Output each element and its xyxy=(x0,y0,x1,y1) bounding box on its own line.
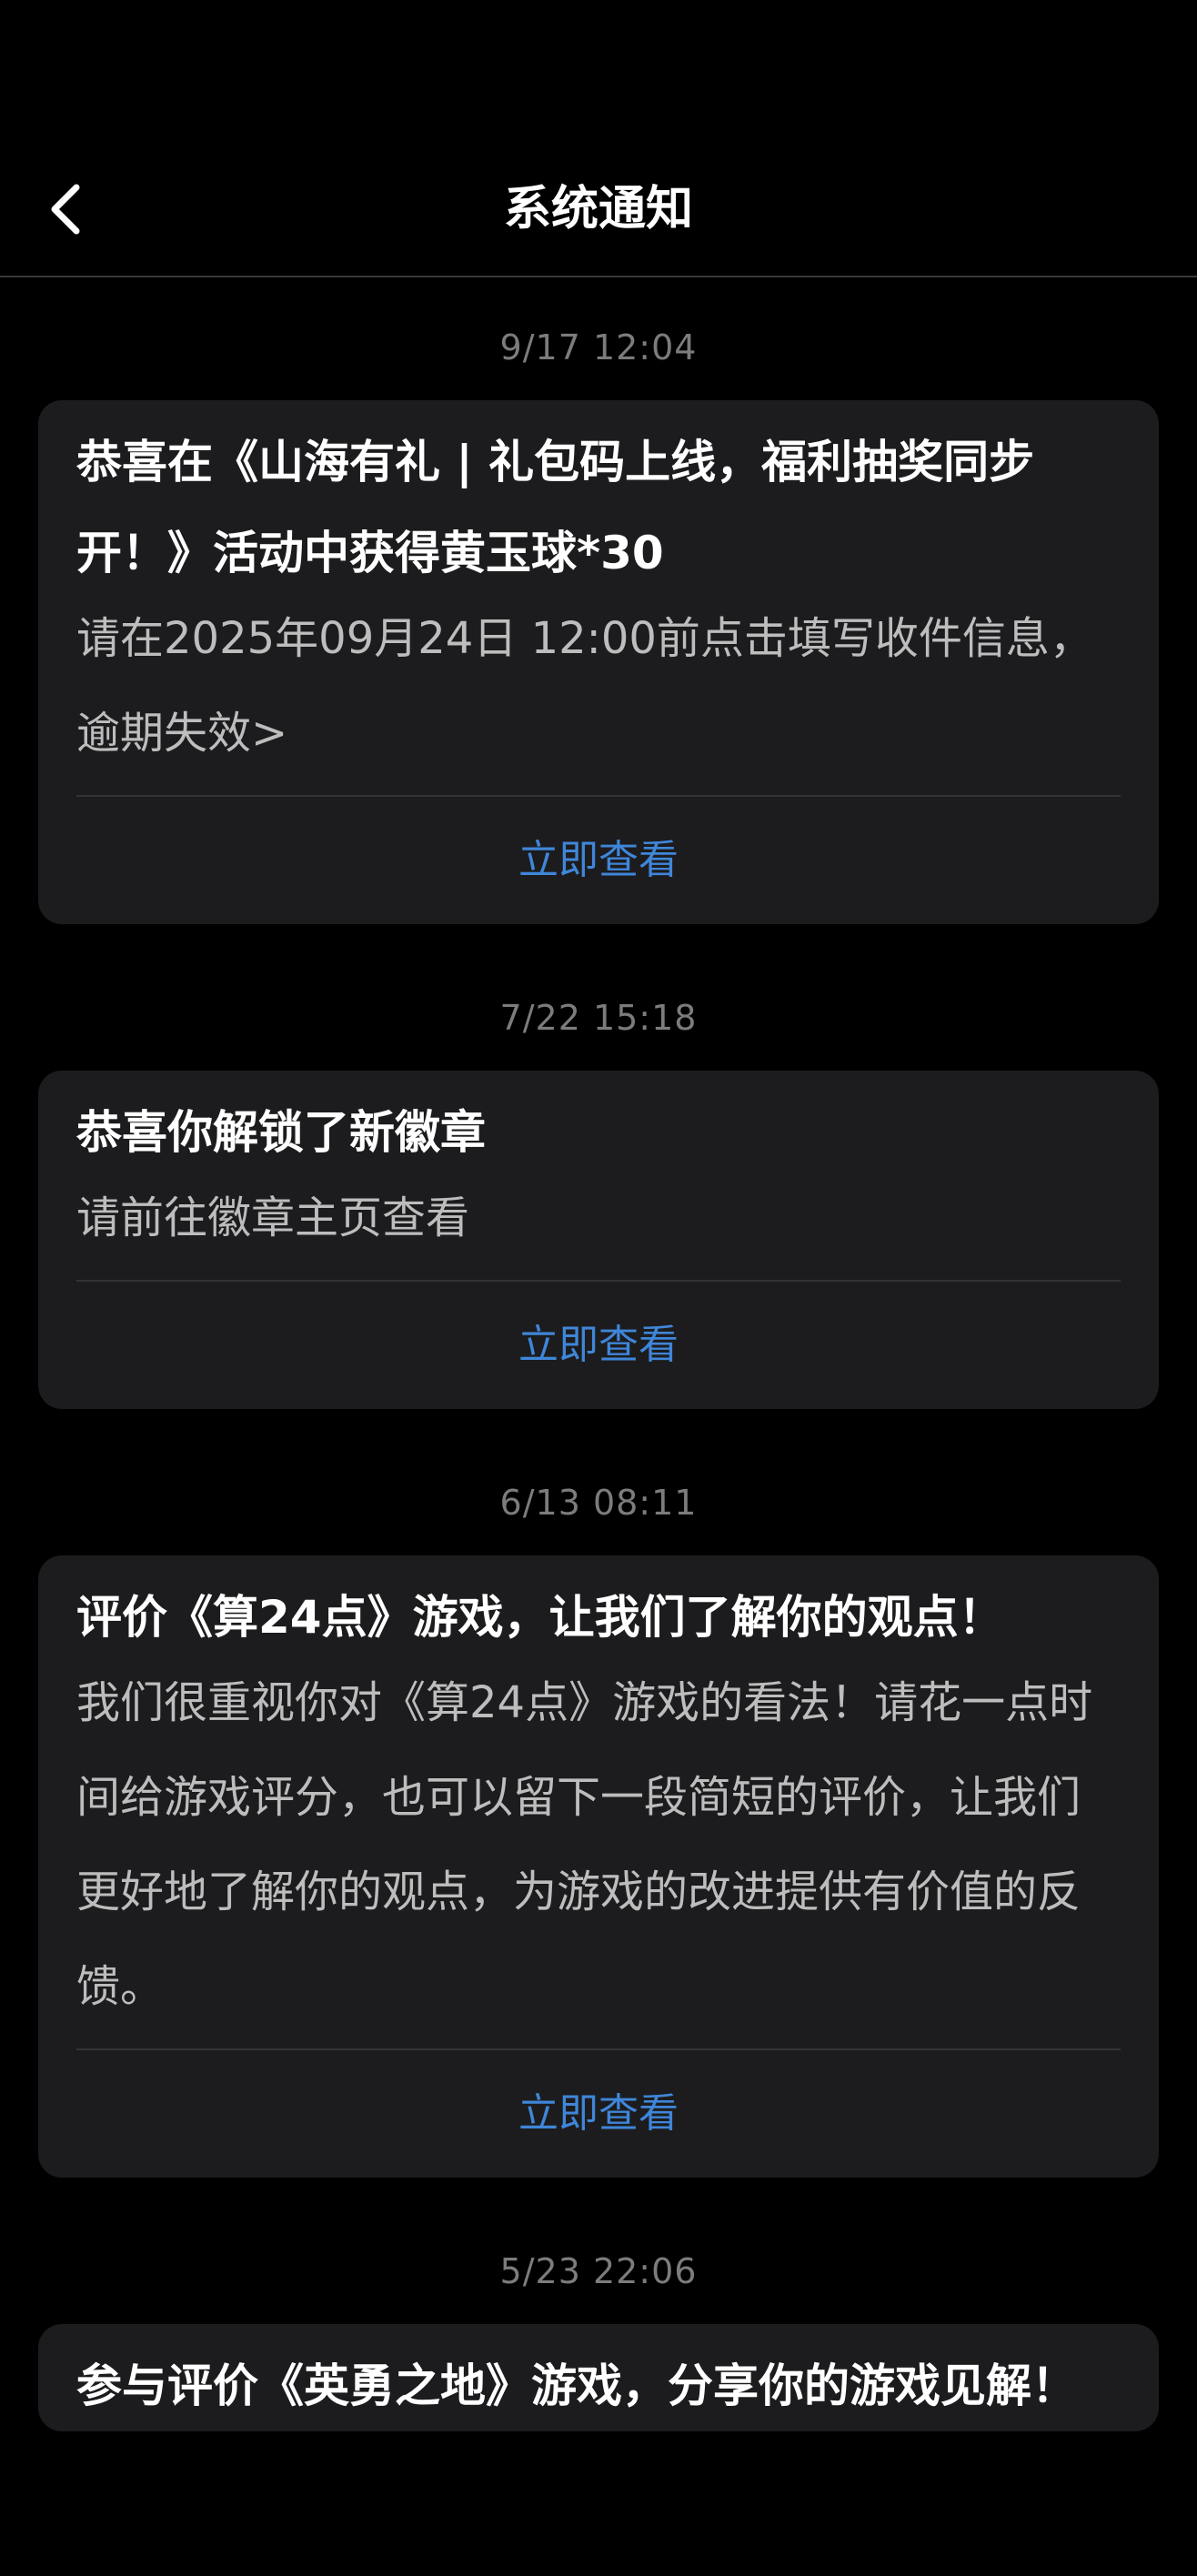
view-now-button[interactable]: 立即查看 xyxy=(76,1282,1121,1409)
notification-card: 参与评价《英勇之地》游戏，分享你的游戏见解！ xyxy=(38,2324,1159,2431)
notification-body: 请前往徽章主页查看 xyxy=(76,1192,470,1243)
notification-feed: 9/17 12:04 恭喜在《山海有礼 | 礼包码上线，福利抽奖同步开！》活动中… xyxy=(0,277,1197,2431)
notification-body[interactable]: 请在2025年09月24日 12:00前点击填写收件信息，逾期失效> xyxy=(76,591,1121,780)
notification-card: 恭喜你解锁了新徽章 请前往徽章主页查看 立即查看 xyxy=(38,1071,1159,1409)
status-bar-area xyxy=(0,0,1197,136)
view-now-button[interactable]: 立即查看 xyxy=(76,2050,1121,2178)
notification-title: 恭喜在《山海有礼 | 礼包码上线，福利抽奖同步开！》活动中获得黄玉球*30 xyxy=(76,436,1035,579)
notification-body: 我们很重视你对《算24点》游戏的看法！请花一点时间给游戏评分，也可以留下一段简短… xyxy=(76,1677,1093,2012)
view-now-button[interactable]: 立即查看 xyxy=(76,797,1121,924)
notification-card: 评价《算24点》游戏，让我们了解你的观点！ 我们很重视你对《算24点》游戏的看法… xyxy=(38,1555,1159,2178)
top-nav-bar: 系统通知 xyxy=(0,136,1197,277)
notification-title: 恭喜你解锁了新徽章 xyxy=(76,1106,486,1159)
notification-time: 9/17 12:04 xyxy=(499,327,698,367)
notification-title: 评价《算24点》游戏，让我们了解你的观点！ xyxy=(76,1591,1004,1644)
notification-time: 7/22 15:18 xyxy=(499,998,698,1038)
notification-card: 恭喜在《山海有礼 | 礼包码上线，福利抽奖同步开！》活动中获得黄玉球*30 请在… xyxy=(38,400,1159,924)
page-title: 系统通知 xyxy=(503,182,693,236)
notification-time: 5/23 22:06 xyxy=(499,2251,698,2291)
notification-time: 6/13 08:11 xyxy=(499,1483,698,1523)
notification-title: 参与评价《英勇之地》游戏，分享你的游戏见解！ xyxy=(76,2360,1077,2412)
